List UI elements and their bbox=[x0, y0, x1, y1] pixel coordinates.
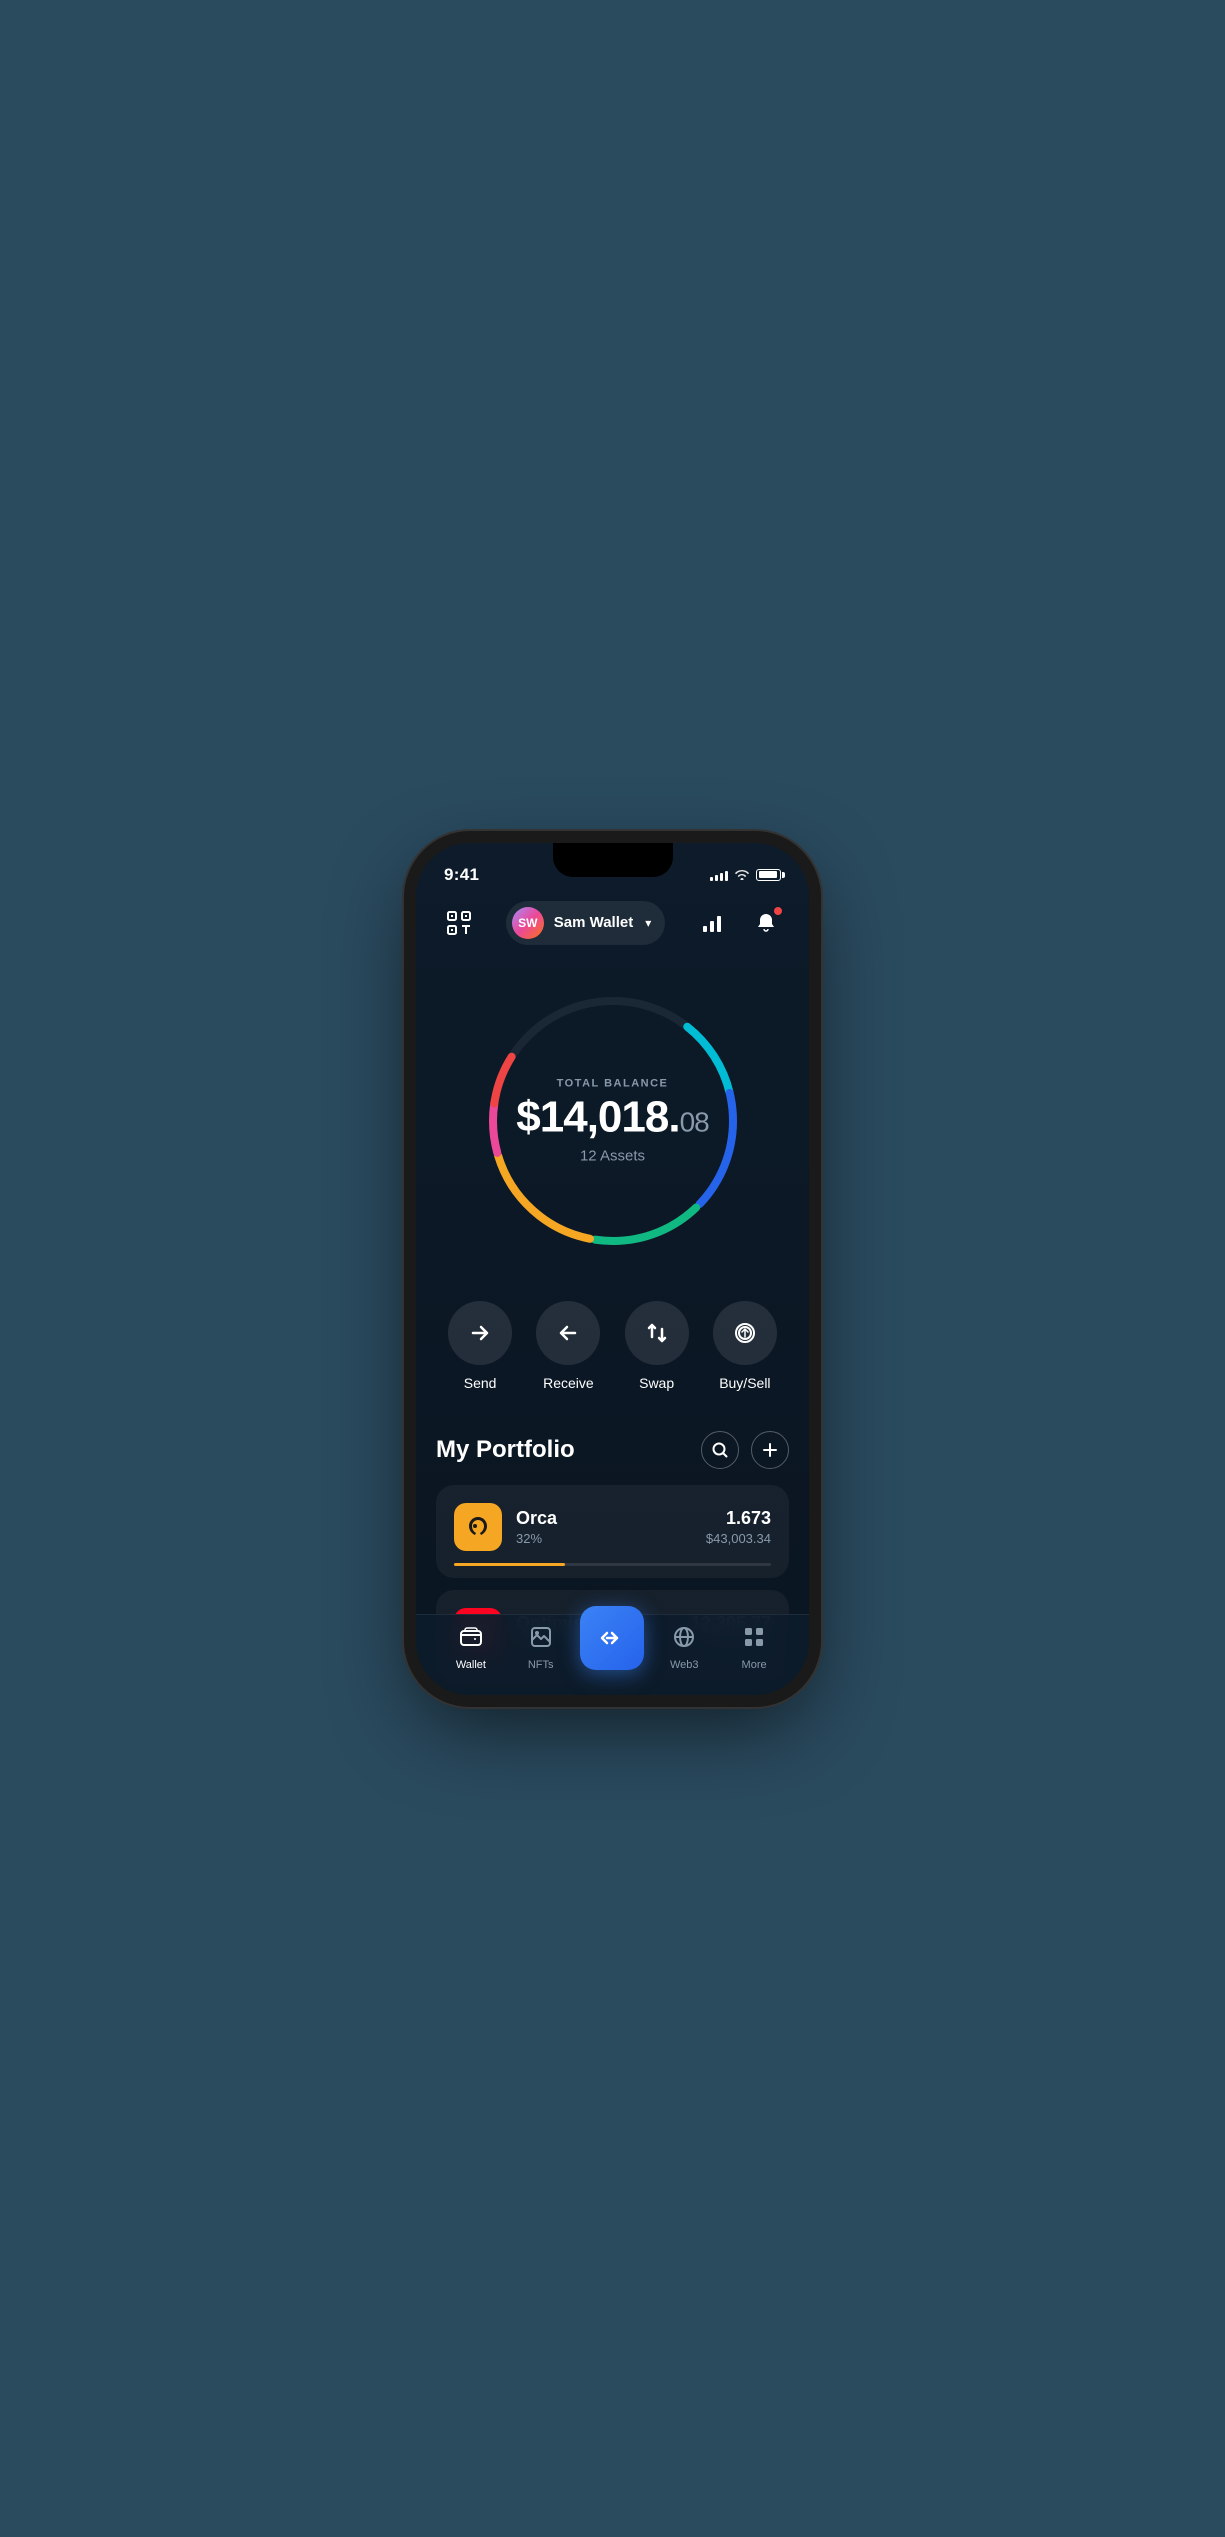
phone-frame: 9:41 bbox=[416, 843, 809, 1695]
swap-icon bbox=[625, 1301, 689, 1365]
nav-nfts[interactable]: NFTs bbox=[511, 1625, 571, 1671]
phone-screen: 9:41 bbox=[416, 843, 809, 1695]
header: SW Sam Wallet ▾ bbox=[416, 893, 809, 961]
header-right bbox=[693, 904, 785, 942]
notch bbox=[553, 843, 673, 877]
swap-label: Swap bbox=[639, 1375, 674, 1391]
asset-card-orca[interactable]: Orca 32% 1.673 $43,003.34 bbox=[436, 1485, 789, 1578]
signal-bar-3 bbox=[720, 873, 723, 881]
orca-amount: 1.673 bbox=[706, 1508, 771, 1529]
more-nav-icon bbox=[742, 1625, 766, 1655]
signal-bars-icon bbox=[710, 869, 728, 881]
header-left bbox=[440, 904, 478, 942]
orca-bar-fill bbox=[454, 1563, 565, 1566]
circle-container: TOTAL BALANCE $14,018.08 12 Assets bbox=[473, 981, 753, 1261]
notification-dot bbox=[773, 906, 783, 916]
balance-content: TOTAL BALANCE $14,018.08 12 Assets bbox=[516, 1077, 708, 1164]
wifi-icon bbox=[734, 867, 750, 883]
battery-fill bbox=[759, 871, 777, 878]
balance-label: TOTAL BALANCE bbox=[516, 1077, 708, 1089]
send-action[interactable]: Send bbox=[448, 1301, 512, 1391]
portfolio-title: My Portfolio bbox=[436, 1436, 575, 1464]
scan-icon[interactable] bbox=[440, 904, 478, 942]
receive-action[interactable]: Receive bbox=[536, 1301, 600, 1391]
portfolio-header: My Portfolio bbox=[436, 1431, 789, 1469]
orca-logo bbox=[454, 1503, 502, 1551]
more-nav-label: More bbox=[742, 1659, 767, 1671]
status-icons bbox=[710, 867, 781, 883]
web3-nav-label: Web3 bbox=[670, 1659, 699, 1671]
receive-label: Receive bbox=[543, 1375, 594, 1391]
portfolio-add-button[interactable] bbox=[751, 1431, 789, 1469]
nfts-nav-icon bbox=[529, 1625, 553, 1655]
orca-percent: 32% bbox=[516, 1531, 692, 1546]
buysell-label: Buy/Sell bbox=[719, 1375, 770, 1391]
chart-icon[interactable] bbox=[693, 904, 731, 942]
wallet-nav-label: Wallet bbox=[456, 1659, 486, 1671]
web3-nav-icon bbox=[672, 1625, 696, 1655]
orca-info: Orca 32% bbox=[516, 1508, 692, 1546]
send-icon bbox=[448, 1301, 512, 1365]
bottom-nav: Wallet NFTs bbox=[416, 1614, 809, 1695]
send-label: Send bbox=[464, 1375, 497, 1391]
portfolio-search-button[interactable] bbox=[701, 1431, 739, 1469]
actions: Send Receive Swap bbox=[416, 1271, 809, 1411]
orca-usd: $43,003.34 bbox=[706, 1531, 771, 1546]
nav-more[interactable]: More bbox=[724, 1625, 784, 1671]
buysell-icon bbox=[713, 1301, 777, 1365]
buysell-action[interactable]: Buy/Sell bbox=[713, 1301, 777, 1391]
signal-bar-1 bbox=[710, 877, 713, 881]
nfts-nav-label: NFTs bbox=[528, 1659, 554, 1671]
orca-bar bbox=[454, 1563, 771, 1566]
signal-bar-4 bbox=[725, 871, 728, 881]
swap-action[interactable]: Swap bbox=[625, 1301, 689, 1391]
wallet-nav-icon bbox=[459, 1625, 483, 1655]
orca-name: Orca bbox=[516, 1508, 692, 1529]
avatar: SW bbox=[512, 907, 544, 939]
receive-icon bbox=[536, 1301, 600, 1365]
balance-assets: 12 Assets bbox=[516, 1147, 708, 1164]
orca-values: 1.673 $43,003.34 bbox=[706, 1508, 771, 1546]
portfolio-actions bbox=[701, 1431, 789, 1469]
nav-web3[interactable]: Web3 bbox=[654, 1625, 714, 1671]
asset-row-orca: Orca 32% 1.673 $43,003.34 bbox=[454, 1503, 771, 1551]
nav-wallet[interactable]: Wallet bbox=[441, 1625, 501, 1671]
user-name: Sam Wallet bbox=[554, 914, 633, 931]
battery-icon bbox=[756, 869, 781, 881]
chevron-down-icon: ▾ bbox=[645, 916, 651, 930]
nav-center-button[interactable] bbox=[580, 1606, 644, 1670]
balance-amount: $14,018.08 bbox=[516, 1095, 708, 1139]
balance-section: TOTAL BALANCE $14,018.08 12 Assets bbox=[416, 961, 809, 1271]
status-time: 9:41 bbox=[444, 865, 479, 885]
signal-bar-2 bbox=[715, 875, 718, 881]
user-selector[interactable]: SW Sam Wallet ▾ bbox=[506, 901, 666, 945]
bell-icon[interactable] bbox=[747, 904, 785, 942]
